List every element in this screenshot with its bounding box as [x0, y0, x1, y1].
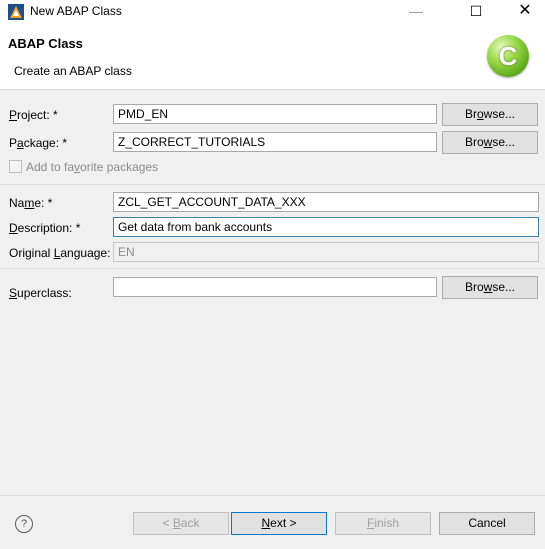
name-label-pre: Na: [9, 196, 25, 210]
next-mnemonic: N: [261, 516, 271, 530]
wizard-subtitle: Create an ABAP class: [14, 64, 132, 78]
minimize-button[interactable]: —: [398, 0, 434, 24]
project-input[interactable]: PMD_EN: [113, 104, 437, 124]
browse-pre: Bro: [464, 135, 484, 149]
finish-post: inish: [374, 516, 400, 530]
package-browse-button[interactable]: Browse...: [442, 131, 538, 154]
abap-app-icon: [8, 4, 24, 20]
name-input[interactable]: ZCL_GET_ACCOUNT_DATA_XXX: [113, 192, 539, 212]
back-button[interactable]: < Back: [133, 512, 229, 535]
wizard-title: ABAP Class: [8, 36, 83, 51]
favorite-label-post: orite packages: [80, 160, 159, 174]
description-label-post: escription: *: [17, 221, 81, 235]
description-label: Description: *: [9, 221, 80, 235]
language-label-pre: Original: [9, 246, 54, 260]
footer-divider: [0, 495, 545, 496]
description-input[interactable]: Get data from bank accounts: [113, 217, 539, 237]
browse-mnemonic: o: [476, 107, 484, 121]
wizard-header: ABAP Class Create an ABAP class C: [0, 24, 545, 90]
original-language-input: EN: [113, 242, 539, 262]
superclass-browse-button[interactable]: Browse...: [442, 276, 538, 299]
browse-pre: Bro: [464, 280, 484, 294]
browse-post: se...: [492, 280, 516, 294]
name-label: Name: *: [9, 196, 52, 210]
favorite-packages-label: Add to favorite packages: [26, 160, 158, 174]
favorite-label-pre: Add to fa: [26, 160, 75, 174]
maximize-button[interactable]: ☐: [458, 0, 494, 24]
browse-post: se...: [492, 135, 516, 149]
close-button[interactable]: ✕: [507, 0, 543, 24]
section-divider: [0, 268, 545, 269]
project-label: Project: *: [9, 108, 58, 122]
project-browse-button[interactable]: Browse...: [442, 103, 538, 126]
package-label-post: ckage: *: [23, 136, 68, 150]
superclass-label-mnemonic: S: [9, 286, 18, 300]
superclass-input[interactable]: [113, 277, 437, 297]
finish-button[interactable]: Finish: [335, 512, 431, 535]
superclass-label: Superclass:: [9, 286, 72, 300]
project-label-post: roject: *: [17, 108, 58, 122]
language-label-post: anguage:: [60, 246, 111, 260]
section-divider: [0, 184, 545, 185]
abap-class-logo-icon: C: [487, 35, 529, 77]
description-label-mnemonic: D: [9, 221, 18, 235]
next-post: ext >: [270, 516, 297, 530]
superclass-label-post: uperclass:: [17, 286, 72, 300]
cancel-button[interactable]: Cancel: [439, 512, 535, 535]
window-title: New ABAP Class: [30, 4, 122, 18]
browse-pre: Br: [464, 107, 477, 121]
package-label: Package: *: [9, 136, 67, 150]
package-label-pre: P: [9, 136, 18, 150]
browse-post: wse...: [483, 107, 516, 121]
project-label-mnemonic: P: [9, 108, 18, 122]
next-button[interactable]: Next >: [231, 512, 327, 535]
back-post: ack: [180, 516, 200, 530]
logo-letter: C: [498, 41, 518, 71]
window-title-bar: New ABAP Class — ☐ ✕: [0, 0, 545, 24]
name-label-post: e: *: [34, 196, 53, 210]
original-language-label: Original Language:: [9, 246, 110, 260]
package-input[interactable]: Z_CORRECT_TUTORIALS: [113, 132, 437, 152]
name-label-mnemonic: m: [24, 196, 35, 210]
back-pre: <: [162, 516, 173, 530]
help-icon[interactable]: ?: [15, 515, 33, 533]
package-label-mnemonic: a: [17, 136, 24, 150]
back-mnemonic: B: [172, 516, 181, 530]
favorite-packages-checkbox[interactable]: [9, 160, 22, 173]
